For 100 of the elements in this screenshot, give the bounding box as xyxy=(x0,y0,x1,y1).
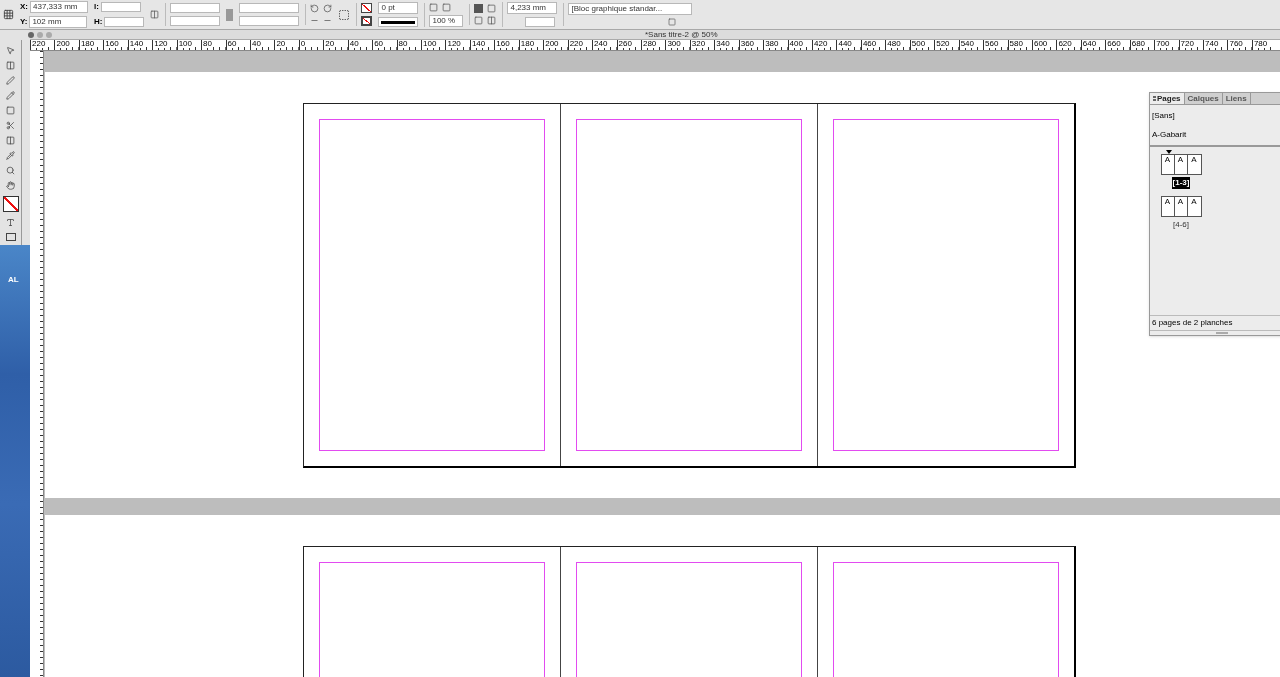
ruler-label: 660 xyxy=(1106,40,1121,48)
ruler-label: 220 xyxy=(31,40,46,48)
ruler-label: 420 xyxy=(813,40,828,48)
page-thumbnail[interactable]: A xyxy=(1187,155,1201,174)
rotate-right-icon[interactable] xyxy=(323,4,333,13)
ruler-label: 80 xyxy=(202,40,212,48)
spread-label: [1-3] xyxy=(1171,177,1191,189)
height-field[interactable] xyxy=(104,17,145,27)
rectangle-tool-icon[interactable] xyxy=(6,106,15,115)
object-style-dropdown[interactable]: [Bloc graphique standar... xyxy=(568,3,693,15)
ruler-label: 200 xyxy=(544,40,559,48)
type-tool-icon[interactable] xyxy=(6,218,15,227)
corner-shape-dropdown[interactable] xyxy=(525,17,556,27)
ruler-label: 40 xyxy=(348,40,359,48)
ruler-label: 580 xyxy=(1008,40,1023,48)
zoom-tool-icon[interactable] xyxy=(6,166,15,175)
page-thumbnail[interactable]: A xyxy=(1174,155,1188,174)
ruler-label: 440 xyxy=(837,40,852,48)
eyedropper-tool-icon[interactable] xyxy=(6,151,15,160)
ruler-label: 540 xyxy=(959,40,974,48)
ruler-label: 60 xyxy=(226,40,237,48)
ruler-label: 60 xyxy=(373,40,384,48)
stroke-swatch[interactable] xyxy=(361,16,373,26)
spread-label: [4-6] xyxy=(1172,219,1190,231)
ruler-label: 160 xyxy=(495,40,510,48)
reference-point-icon[interactable] xyxy=(3,9,14,20)
ruler-label: 280 xyxy=(641,40,657,48)
ruler-label: 160 xyxy=(104,40,119,48)
view-mode-icon[interactable] xyxy=(5,233,16,241)
ruler-label: 240 xyxy=(593,40,608,48)
ruler-label: 620 xyxy=(1057,40,1072,48)
ruler-label: 760 xyxy=(1228,40,1243,48)
ruler-label: 140 xyxy=(470,40,486,48)
rotate-left-icon[interactable] xyxy=(310,4,320,13)
ruler-label: 340 xyxy=(715,40,730,48)
stroke-type-dropdown[interactable] xyxy=(378,17,419,27)
page-thumbnail[interactable]: A xyxy=(1161,155,1175,174)
ruler-label: 600 xyxy=(1032,40,1048,48)
ruler-label: 560 xyxy=(984,40,999,48)
width-field[interactable] xyxy=(100,2,141,12)
ruler-label: 520 xyxy=(935,40,950,48)
ruler-label: 200 xyxy=(55,40,70,48)
frame-icon[interactable] xyxy=(338,8,351,21)
corner-size-field[interactable]: 4,233 mm xyxy=(507,2,558,14)
expand-icon[interactable] xyxy=(1153,96,1156,101)
width-label: l: xyxy=(94,1,99,13)
close-button[interactable] xyxy=(28,31,34,38)
spread-thumbnail[interactable]: A A A xyxy=(1160,196,1202,217)
ruler-label: 100 xyxy=(177,40,192,48)
ruler-label: 740 xyxy=(1204,40,1219,48)
ruler-label: 400 xyxy=(788,40,803,48)
hand-tool-icon[interactable] xyxy=(6,181,15,190)
rotation-field[interactable] xyxy=(239,3,300,13)
page-thumbnail[interactable]: A xyxy=(1161,197,1175,216)
ruler-label: 780 xyxy=(1252,40,1268,48)
resize-handle-icon[interactable] xyxy=(1216,332,1228,334)
ruler-label: 100 xyxy=(422,40,437,48)
y-label: Y: xyxy=(20,16,28,28)
panel-tab[interactable]: Pages xyxy=(1150,93,1185,104)
ruler-label: 300 xyxy=(666,40,681,48)
ruler-label: 720 xyxy=(1179,40,1194,48)
panel-tab[interactable]: Calques xyxy=(1184,93,1223,104)
ruler-label: 0 xyxy=(299,40,306,48)
selection-tool-icon[interactable] xyxy=(6,46,15,55)
ruler-label: 40 xyxy=(250,40,261,48)
pencil-tool-icon[interactable] xyxy=(6,91,15,100)
ruler-label: 360 xyxy=(739,40,755,48)
scissors-tool-icon[interactable] xyxy=(6,121,15,130)
scale-y-field[interactable] xyxy=(170,16,221,26)
stroke-weight-field[interactable]: 0 pt xyxy=(378,2,419,14)
opacity-field[interactable]: 100 % xyxy=(429,14,464,27)
ruler-label: 260 xyxy=(617,40,632,48)
ruler-label: 120 xyxy=(153,40,168,48)
fill-stroke-swatch[interactable] xyxy=(2,196,19,212)
window-title: *Sans titre-2 @ 50% xyxy=(645,29,718,40)
ruler-label: 480 xyxy=(886,40,901,48)
y-field[interactable]: 102 mm xyxy=(29,16,88,28)
ruler-label: 180 xyxy=(79,40,95,48)
page-thumbnail[interactable]: A xyxy=(1174,197,1188,216)
ruler-label: 380 xyxy=(764,40,779,48)
fill-swatch[interactable] xyxy=(361,3,373,13)
x-label: X: xyxy=(20,1,28,13)
ruler-label: 80 xyxy=(397,40,408,48)
ruler-label: 700 xyxy=(1155,40,1170,48)
master-item[interactable]: A-Gabarit xyxy=(1152,129,1187,141)
ruler-label: 20 xyxy=(275,40,286,48)
ruler-label: 460 xyxy=(861,40,877,48)
master-item[interactable]: [Sans] xyxy=(1152,110,1175,122)
ruler-label: 500 xyxy=(910,40,926,48)
panel-status: 6 pages de 2 planches xyxy=(1150,315,1280,330)
x-field[interactable]: 437,333 mm xyxy=(30,1,88,13)
spread-thumbnail[interactable]: A A A xyxy=(1160,154,1202,175)
height-label: H: xyxy=(94,16,103,28)
desktop-label: AL xyxy=(8,274,19,286)
ruler-label: 680 xyxy=(1130,40,1146,48)
shear-field[interactable] xyxy=(239,16,300,26)
ruler-label: 180 xyxy=(519,40,535,48)
ruler-label: 320 xyxy=(690,40,706,48)
page-thumbnail[interactable]: A xyxy=(1187,197,1201,216)
scale-x-field[interactable] xyxy=(170,3,221,13)
